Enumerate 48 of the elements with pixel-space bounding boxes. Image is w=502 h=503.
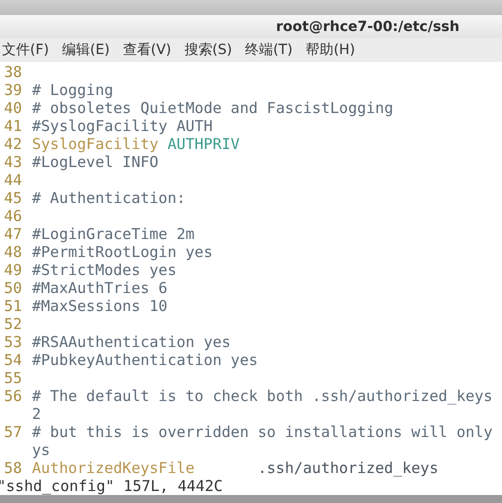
line-number: 44 xyxy=(3,171,24,189)
menu-item[interactable]: 编辑(E) xyxy=(62,41,110,59)
code-line: #SyslogFacility AUTH xyxy=(31,117,213,135)
config-value: .ssh/authorized_keys xyxy=(256,459,438,477)
menu-item[interactable]: 帮助(H) xyxy=(306,41,356,59)
line-number: 42 xyxy=(3,135,24,153)
line-number: 54 xyxy=(3,351,24,369)
code-line: # but this is overridden so installations will only xyxy=(31,423,493,441)
line-number: 38 xyxy=(3,63,24,81)
code-line: # obsoletes QuietMode and FascistLogging xyxy=(31,99,394,117)
line-number: 39 xyxy=(3,81,24,99)
wrapped-text: ys xyxy=(31,441,50,459)
code-line: #MaxAuthTries 6 xyxy=(31,279,168,297)
line-number: 40 xyxy=(3,99,24,117)
code-line: #PubkeyAuthentication yes xyxy=(31,351,258,369)
menu-item[interactable]: 查看(V) xyxy=(122,41,172,59)
config-value: AUTHPRIV xyxy=(166,135,240,153)
line-number: 52 xyxy=(3,315,24,333)
line-number: 47 xyxy=(3,225,24,243)
line-number: 48 xyxy=(3,243,24,261)
wrapped-text: 2 xyxy=(31,405,42,423)
line-number: 58 xyxy=(3,459,24,477)
line-number: 51 xyxy=(3,297,24,315)
line-number: 50 xyxy=(3,279,24,297)
code-line: #LoginGraceTime 2m xyxy=(31,225,195,243)
config-key: AuthorizedKeysFile xyxy=(31,459,195,477)
window-title: root@rhce7-00:/etc/ssh xyxy=(276,18,460,34)
code-line: # Authentication: xyxy=(31,189,186,207)
code-line: #StrictModes yes xyxy=(31,261,176,279)
line-number: 45 xyxy=(3,189,24,207)
code-line: #RSAAuthentication yes xyxy=(31,333,231,351)
code-line: #LogLevel INFO xyxy=(31,153,158,171)
menu-item[interactable]: 搜索(S) xyxy=(184,41,232,59)
menu-item[interactable]: 文件(F) xyxy=(2,41,49,59)
line-number: 49 xyxy=(3,261,24,279)
code-line: #MaxSessions 10 xyxy=(31,297,168,315)
code-line: # The default is to check both .ssh/authorized_keys xyxy=(31,387,493,405)
code-line: #PermitRootLogin yes xyxy=(31,243,213,261)
line-number: 46 xyxy=(3,207,24,225)
line-number: 56 xyxy=(3,387,24,405)
config-key: SyslogFacility xyxy=(31,135,158,153)
line-number: 41 xyxy=(3,117,24,135)
line-number: 57 xyxy=(3,423,24,441)
line-number: 43 xyxy=(3,153,24,171)
line-number: 55 xyxy=(3,369,24,387)
menu-item[interactable]: 终端(T) xyxy=(245,41,293,59)
code-line: # Logging xyxy=(31,81,114,99)
line-number: 53 xyxy=(3,333,24,351)
